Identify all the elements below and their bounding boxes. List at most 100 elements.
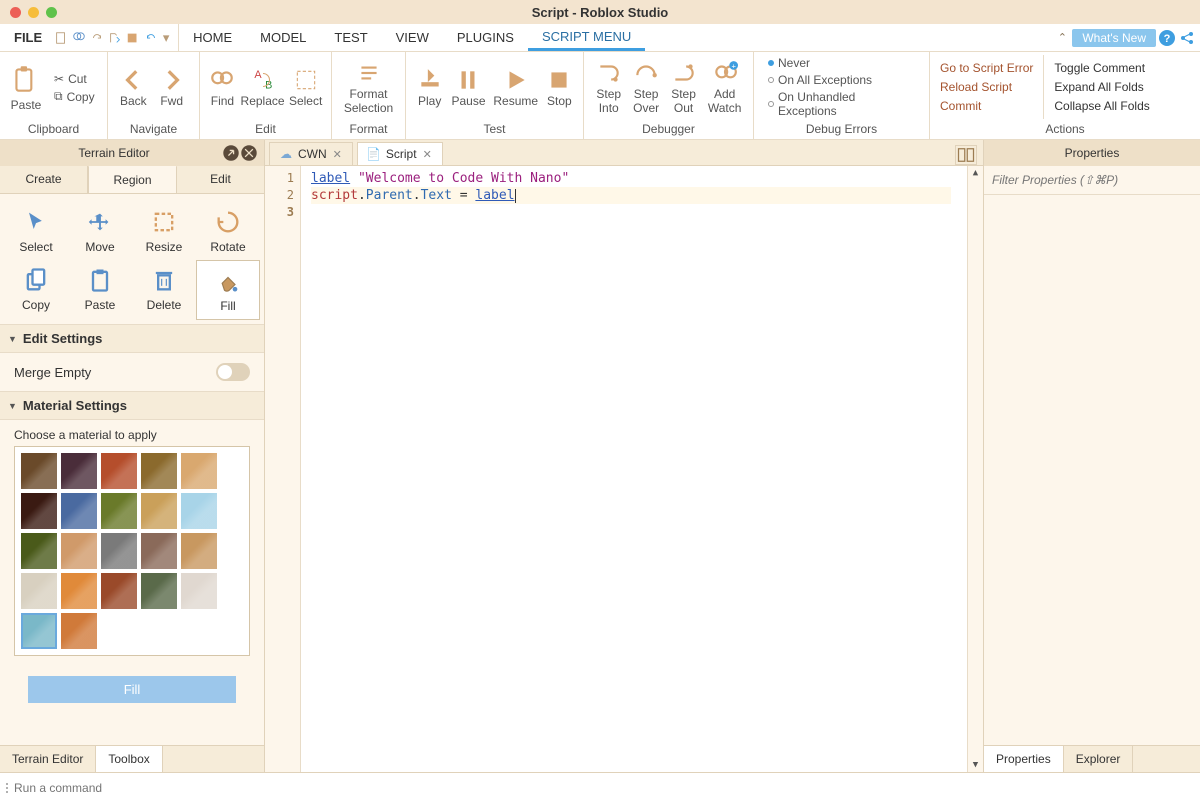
tool-copy[interactable]: Copy bbox=[4, 260, 68, 320]
code-editor[interactable]: label "Welcome to Code With Nano"script.… bbox=[301, 166, 951, 772]
tab-model[interactable]: MODEL bbox=[246, 24, 320, 51]
subtab-region[interactable]: Region bbox=[88, 165, 177, 193]
material-swatch[interactable] bbox=[61, 453, 97, 489]
redo-icon[interactable] bbox=[90, 31, 104, 45]
material-swatch[interactable] bbox=[61, 573, 97, 609]
material-swatch[interactable] bbox=[141, 573, 177, 609]
tab-home[interactable]: HOME bbox=[179, 24, 246, 51]
material-swatch[interactable] bbox=[181, 533, 217, 569]
close-tab-icon[interactable]: ✕ bbox=[333, 148, 342, 161]
undo-icon[interactable] bbox=[144, 31, 158, 45]
replace-button[interactable]: ABReplace bbox=[239, 65, 286, 111]
export-icon[interactable] bbox=[108, 31, 122, 45]
resume-button[interactable]: Resume bbox=[490, 65, 542, 111]
material-swatch[interactable] bbox=[101, 453, 137, 489]
add-watch-button[interactable]: +Add Watch bbox=[702, 58, 747, 118]
tab-test[interactable]: TEST bbox=[320, 24, 381, 51]
close-tab-icon[interactable]: ✕ bbox=[423, 148, 432, 161]
debug-on-unhandled-radio[interactable]: On Unhandled Exceptions bbox=[764, 89, 919, 119]
bottom-tab-terrain-editor[interactable]: Terrain Editor bbox=[0, 746, 96, 772]
tool-move[interactable]: Move bbox=[68, 202, 132, 260]
paste-button[interactable]: Paste bbox=[6, 61, 46, 115]
tool-delete[interactable]: Delete bbox=[132, 260, 196, 320]
tool-rotate[interactable]: Rotate bbox=[196, 202, 260, 260]
qat-dropdown-icon[interactable]: ▾ bbox=[162, 31, 170, 45]
share-icon[interactable] bbox=[1178, 29, 1196, 47]
commit-link[interactable]: Commit bbox=[940, 97, 1033, 115]
copy-button[interactable]: ⧉Copy bbox=[50, 88, 99, 105]
step-over-button[interactable]: Step Over bbox=[627, 58, 664, 118]
merge-empty-toggle[interactable] bbox=[216, 363, 250, 381]
collapse-folds-link[interactable]: Collapse All Folds bbox=[1054, 97, 1149, 115]
whats-new-button[interactable]: What's New bbox=[1072, 29, 1156, 47]
material-swatch[interactable] bbox=[141, 533, 177, 569]
doctab-script[interactable]: 📄 Script ✕ bbox=[357, 142, 443, 165]
material-swatch[interactable] bbox=[21, 453, 57, 489]
collapse-ribbon-icon[interactable]: ⌃ bbox=[1054, 30, 1070, 46]
bottom-tab-toolbox[interactable]: Toolbox bbox=[96, 746, 162, 772]
popout-icon[interactable] bbox=[222, 144, 240, 162]
scroll-down-icon[interactable]: ▼ bbox=[968, 758, 983, 772]
grip-icon[interactable] bbox=[6, 783, 8, 793]
scroll-up-icon[interactable]: ▲ bbox=[968, 166, 983, 180]
select-button[interactable]: Select bbox=[286, 65, 325, 111]
close-panel-icon[interactable] bbox=[240, 144, 258, 162]
step-out-button[interactable]: Step Out bbox=[665, 58, 702, 118]
tool-resize[interactable]: Resize bbox=[132, 202, 196, 260]
material-swatch[interactable] bbox=[21, 493, 57, 529]
material-settings-header[interactable]: Material Settings bbox=[0, 391, 264, 420]
new-icon[interactable] bbox=[54, 31, 68, 45]
material-swatch[interactable] bbox=[141, 453, 177, 489]
tool-fill[interactable]: Fill bbox=[196, 260, 260, 320]
material-swatch[interactable] bbox=[61, 493, 97, 529]
stop-button[interactable]: Stop bbox=[542, 65, 577, 111]
command-input[interactable] bbox=[14, 781, 1194, 795]
toggle-comment-link[interactable]: Toggle Comment bbox=[1054, 59, 1149, 77]
material-swatch[interactable] bbox=[21, 573, 57, 609]
prop-tab-properties[interactable]: Properties bbox=[984, 746, 1064, 772]
material-swatch[interactable] bbox=[101, 533, 137, 569]
debug-on-all-radio[interactable]: On All Exceptions bbox=[764, 72, 919, 88]
play-button[interactable]: Play bbox=[412, 65, 447, 111]
pause-button[interactable]: Pause bbox=[447, 65, 489, 111]
format-selection-button[interactable]: Format Selection bbox=[338, 58, 399, 118]
find-icon[interactable] bbox=[72, 31, 86, 45]
fwd-button[interactable]: Fwd bbox=[153, 65, 191, 111]
material-swatch[interactable] bbox=[141, 493, 177, 529]
tab-view[interactable]: VIEW bbox=[382, 24, 443, 51]
fill-button[interactable]: Fill bbox=[28, 676, 236, 703]
filter-properties-input[interactable] bbox=[990, 170, 1194, 190]
material-swatch[interactable] bbox=[181, 453, 217, 489]
edit-settings-header[interactable]: Edit Settings bbox=[0, 324, 264, 353]
window-layout-icon[interactable] bbox=[955, 145, 977, 165]
color-swatch-icon[interactable] bbox=[126, 31, 140, 45]
material-swatch[interactable] bbox=[21, 533, 57, 569]
subtab-edit[interactable]: Edit bbox=[177, 166, 264, 193]
material-swatch[interactable] bbox=[181, 573, 217, 609]
file-menu[interactable]: FILE bbox=[8, 30, 48, 45]
step-into-button[interactable]: Step Into bbox=[590, 58, 627, 118]
editor-scrollbar[interactable]: ▲ ▼ bbox=[967, 166, 983, 772]
material-swatch[interactable] bbox=[61, 613, 97, 649]
tab-plugins[interactable]: PLUGINS bbox=[443, 24, 528, 51]
prop-tab-explorer[interactable]: Explorer bbox=[1064, 746, 1134, 772]
reload-script-link[interactable]: Reload Script bbox=[940, 78, 1033, 96]
goto-script-error-link[interactable]: Go to Script Error bbox=[940, 59, 1033, 77]
expand-folds-link[interactable]: Expand All Folds bbox=[1054, 78, 1149, 96]
material-swatch[interactable] bbox=[181, 493, 217, 529]
tool-paste[interactable]: Paste bbox=[68, 260, 132, 320]
minimize-window[interactable] bbox=[28, 7, 39, 18]
material-swatch[interactable] bbox=[101, 573, 137, 609]
tab-script-menu[interactable]: SCRIPT MENU bbox=[528, 24, 645, 51]
find-button[interactable]: Find bbox=[206, 65, 239, 111]
cut-button[interactable]: ✂︎Cut bbox=[50, 71, 99, 87]
tool-select[interactable]: Select bbox=[4, 202, 68, 260]
material-swatch[interactable] bbox=[61, 533, 97, 569]
subtab-create[interactable]: Create bbox=[0, 166, 88, 193]
debug-never-radio[interactable]: Never bbox=[764, 55, 919, 71]
doctab-cwn[interactable]: ☁︎ CWN ✕ bbox=[269, 142, 353, 165]
material-swatch[interactable] bbox=[21, 613, 57, 649]
close-window[interactable] bbox=[10, 7, 21, 18]
back-button[interactable]: Back bbox=[114, 65, 153, 111]
maximize-window[interactable] bbox=[46, 7, 57, 18]
